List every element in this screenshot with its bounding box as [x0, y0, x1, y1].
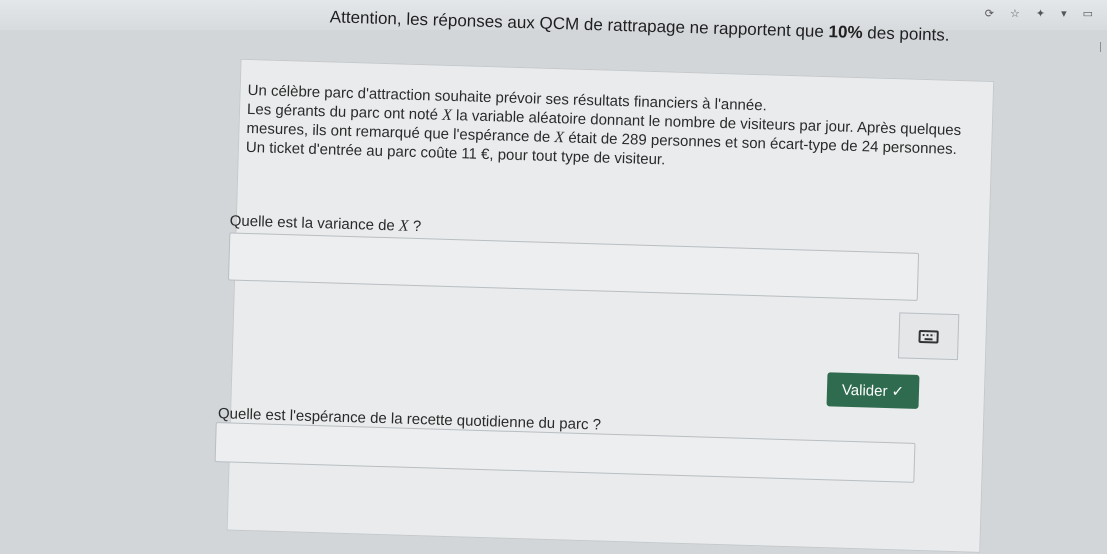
virtual-keyboard-button[interactable]	[897, 312, 960, 361]
keyboard-icon	[918, 329, 939, 344]
extension-icon[interactable]: ✦	[1036, 7, 1045, 20]
menu-icon[interactable]: ▭	[1083, 7, 1093, 20]
scrollbar-marker[interactable]	[1100, 42, 1101, 52]
variable-x: X	[554, 129, 565, 147]
toolbar-icons: ⟳ ☆ ✦ ▾ ▭	[985, 7, 1093, 20]
check-icon: ✓	[891, 383, 905, 401]
star-icon[interactable]: ☆	[1010, 7, 1020, 20]
reload-icon[interactable]: ⟳	[985, 7, 994, 20]
validate-button[interactable]: Valider ✓	[826, 372, 920, 409]
notice-percent: 10%	[828, 22, 863, 43]
validate-label: Valider	[841, 381, 888, 400]
exercise-page: Attention, les réponses aux QCM de rattr…	[204, 7, 1018, 553]
variable-x: X	[398, 217, 409, 235]
wifi-icon: ▾	[1061, 8, 1067, 20]
variable-x: X	[441, 106, 453, 124]
